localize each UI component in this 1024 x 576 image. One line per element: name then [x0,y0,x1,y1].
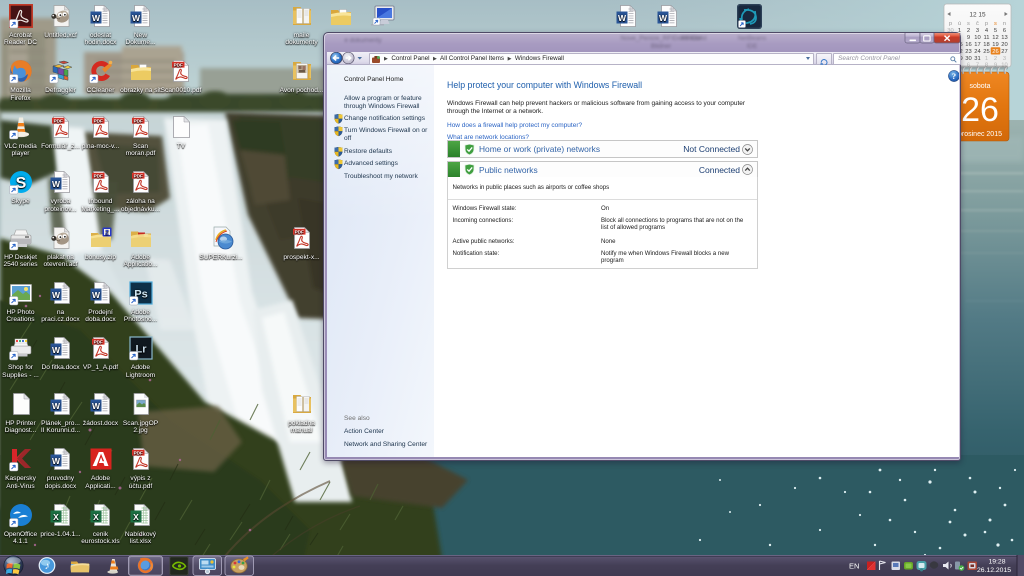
svg-text:19:28: 19:28 [988,559,1005,566]
svg-text:EN: EN [849,562,859,571]
svg-text:6: 6 [1003,28,1006,34]
svg-text:ú: ú [958,21,961,27]
svg-text:prosinec 2015: prosinec 2015 [958,131,1002,138]
svg-text:25: 25 [983,49,989,55]
svg-text:s: s [994,21,997,27]
svg-text:12 15: 12 15 [969,12,986,19]
svg-text:30: 30 [965,56,971,62]
svg-text:16: 16 [965,42,971,48]
svg-text:č: č [976,21,979,27]
svg-text:p: p [985,21,988,27]
svg-text:26: 26 [961,91,999,129]
svg-text:2: 2 [994,56,997,62]
svg-text:n: n [1003,21,1006,27]
svg-text:27: 27 [1001,49,1007,55]
svg-text:2: 2 [967,28,970,34]
svg-text:24: 24 [974,49,981,55]
svg-text:20: 20 [1001,42,1007,48]
svg-text:3: 3 [1003,56,1006,62]
svg-text:s: s [967,21,970,27]
svg-text:26: 26 [992,49,998,55]
svg-text:♪: ♪ [45,561,50,572]
svg-text:26.12.2015: 26.12.2015 [977,567,1011,574]
svg-text:10: 10 [974,35,980,41]
svg-text:17: 17 [974,42,980,48]
svg-text:sobota: sobota [969,83,990,90]
svg-text:p: p [949,21,952,27]
svg-text:31: 31 [974,56,980,62]
svg-text:?: ? [951,71,955,81]
svg-text:11: 11 [983,35,989,41]
svg-text:5: 5 [994,28,997,34]
svg-text:23: 23 [965,49,971,55]
svg-text:19: 19 [992,42,998,48]
svg-text:3: 3 [976,28,979,34]
svg-text:12: 12 [992,35,998,41]
svg-text:18: 18 [983,42,989,48]
svg-text:1: 1 [985,56,988,62]
svg-text:9: 9 [967,35,970,41]
svg-text:13: 13 [1001,35,1007,41]
svg-text:Z: Z [105,230,109,236]
